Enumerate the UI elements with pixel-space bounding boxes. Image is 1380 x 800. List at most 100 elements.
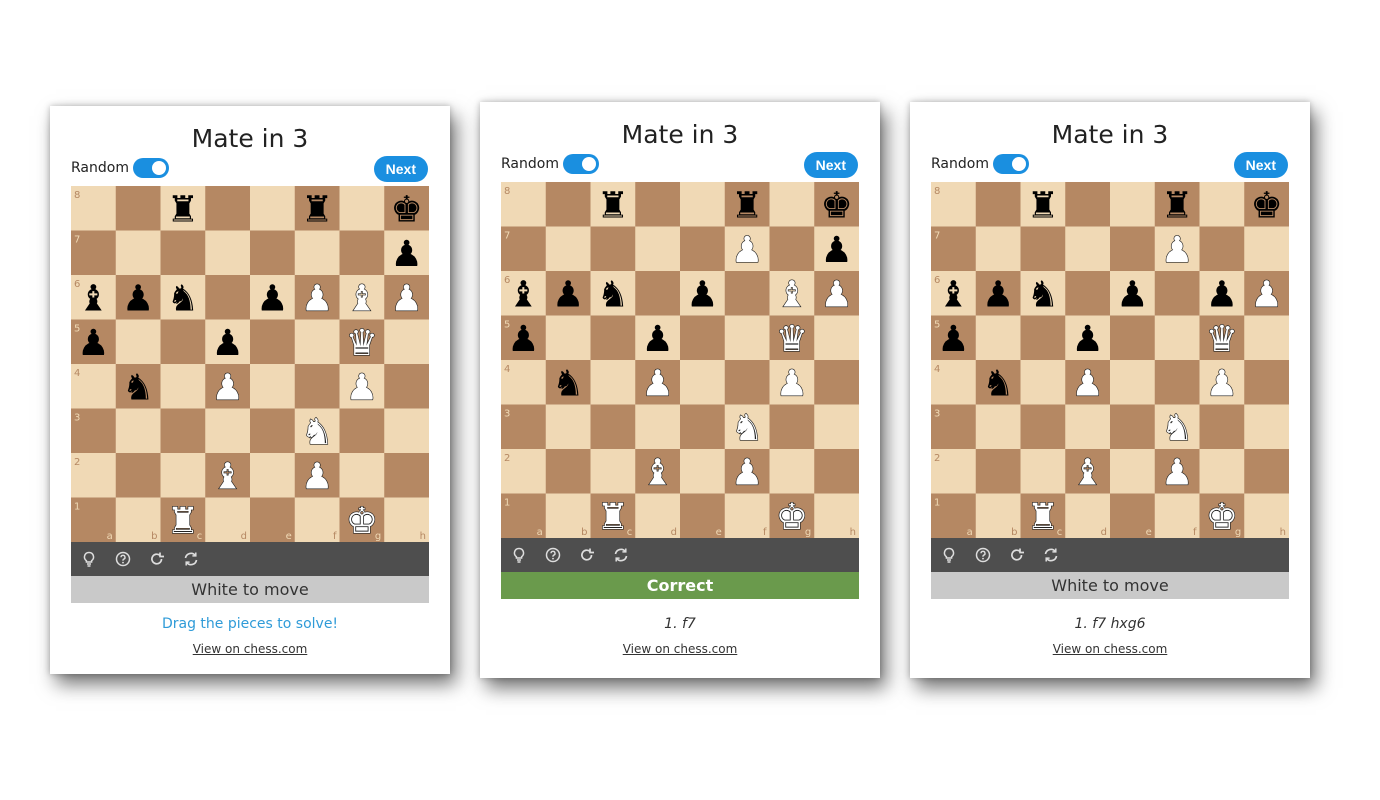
square-d6[interactable] — [1065, 271, 1111, 316]
square-b8[interactable] — [115, 186, 161, 231]
refresh-icon[interactable] — [613, 547, 629, 563]
black-bishop-piece[interactable]: ♝ — [77, 278, 109, 319]
square-g3[interactable] — [339, 408, 385, 454]
square-b5[interactable] — [975, 315, 1021, 361]
square-b2[interactable] — [115, 453, 161, 498]
white-bishop-piece[interactable]: ♝ — [1071, 452, 1105, 494]
square-e5[interactable] — [1110, 315, 1156, 361]
white-knight-piece[interactable]: ♞ — [730, 407, 764, 449]
black-pawn-piece[interactable]: ♟ — [256, 278, 288, 319]
square-h2[interactable] — [1244, 449, 1289, 494]
square-f5[interactable] — [294, 319, 340, 365]
square-c7[interactable] — [1020, 226, 1066, 272]
square-e5[interactable] — [250, 319, 296, 365]
black-rook-piece[interactable]: ♜ — [731, 185, 763, 226]
square-b7[interactable] — [115, 230, 161, 276]
square-f5[interactable] — [724, 315, 770, 361]
white-pawn-piece[interactable]: ♟ — [1160, 229, 1194, 271]
square-b8[interactable] — [975, 182, 1021, 227]
white-pawn-piece[interactable]: ♟ — [1071, 363, 1105, 405]
next-button[interactable]: Next — [803, 152, 858, 178]
black-rook-piece[interactable]: ♜ — [1161, 185, 1193, 226]
square-e3[interactable] — [1110, 404, 1156, 450]
square-g2[interactable] — [1199, 449, 1245, 494]
white-knight-piece[interactable]: ♞ — [300, 411, 334, 453]
square-d6[interactable] — [635, 271, 681, 316]
square-g2[interactable] — [339, 453, 385, 498]
square-d8[interactable] — [1065, 182, 1111, 227]
black-pawn-piece[interactable]: ♟ — [1206, 274, 1238, 315]
square-c7[interactable] — [590, 226, 636, 272]
square-h3[interactable] — [384, 408, 429, 454]
white-pawn-piece[interactable]: ♟ — [820, 274, 854, 316]
square-c2[interactable] — [1020, 449, 1066, 494]
chess-board[interactable]: 87654321a b c d e f g h♜ ♜ ♚♟♝ ♟ ♞ ♟ ♟ ♝ ♟♟ ♟ ♛♞ ♟ ♟♞♝ ♟♜ ♚ — [71, 186, 429, 542]
square-c4[interactable] — [590, 360, 636, 405]
square-g8[interactable] — [1199, 182, 1245, 227]
lightbulb-icon[interactable] — [511, 547, 527, 563]
white-king-piece[interactable]: ♚ — [345, 500, 379, 542]
square-b2[interactable] — [975, 449, 1021, 494]
refresh-icon[interactable] — [1043, 547, 1059, 563]
square-e5[interactable] — [680, 315, 726, 361]
square-e2[interactable] — [680, 449, 726, 494]
square-h2[interactable] — [814, 449, 859, 494]
square-h5[interactable] — [384, 319, 429, 365]
white-pawn-piece[interactable]: ♟ — [300, 456, 334, 498]
square-c7[interactable] — [160, 230, 206, 276]
refresh-icon[interactable] — [183, 551, 199, 567]
random-control[interactable]: Random — [931, 154, 1029, 174]
black-king-piece[interactable]: ♚ — [1250, 185, 1282, 226]
square-b3[interactable] — [115, 408, 161, 454]
square-e7[interactable] — [250, 230, 296, 276]
square-h3[interactable] — [1244, 404, 1289, 450]
square-c5[interactable] — [590, 315, 636, 361]
help-icon[interactable] — [115, 551, 131, 567]
square-b7[interactable] — [975, 226, 1021, 272]
square-c3[interactable] — [1020, 404, 1066, 450]
square-h7[interactable] — [1244, 226, 1289, 272]
next-button[interactable]: Next — [1233, 152, 1288, 178]
black-knight-piece[interactable]: ♞ — [1027, 274, 1059, 315]
white-rook-piece[interactable]: ♜ — [596, 496, 630, 538]
redo-icon[interactable] — [579, 547, 595, 563]
white-pawn-piece[interactable]: ♟ — [775, 363, 809, 405]
square-b5[interactable] — [115, 319, 161, 365]
square-g3[interactable] — [1199, 404, 1245, 450]
square-c3[interactable] — [590, 404, 636, 450]
square-e8[interactable] — [680, 182, 726, 227]
black-pawn-piece[interactable]: ♟ — [820, 230, 852, 271]
square-d7[interactable] — [1065, 226, 1111, 272]
black-pawn-piece[interactable]: ♟ — [937, 319, 969, 360]
chess-board[interactable]: 87654321a b c d e f g h♜ ♜ ♚♟♝ ♟ ♞ ♟ ♟ ♟♟ ♟ ♛♞ ♟ ♟♞♝ ♟♜ ♚ — [931, 182, 1289, 538]
black-knight-piece[interactable]: ♞ — [167, 278, 199, 319]
black-pawn-piece[interactable]: ♟ — [507, 319, 539, 360]
square-c5[interactable] — [1020, 315, 1066, 361]
square-f4[interactable] — [294, 364, 340, 409]
square-h5[interactable] — [814, 315, 859, 361]
square-g7[interactable] — [339, 230, 385, 276]
white-pawn-piece[interactable]: ♟ — [641, 363, 675, 405]
black-rook-piece[interactable]: ♜ — [1027, 185, 1059, 226]
white-pawn-piece[interactable]: ♟ — [1250, 274, 1284, 316]
random-toggle[interactable] — [562, 154, 599, 174]
square-f4[interactable] — [724, 360, 770, 405]
white-knight-piece[interactable]: ♞ — [1160, 407, 1194, 449]
black-knight-piece[interactable]: ♞ — [122, 367, 154, 408]
view-on-chess-link[interactable]: View on chess.com — [910, 642, 1310, 656]
square-e4[interactable] — [680, 360, 726, 405]
square-e2[interactable] — [1110, 449, 1156, 494]
square-e3[interactable] — [250, 408, 296, 454]
random-control[interactable]: Random — [71, 158, 169, 178]
white-king-piece[interactable]: ♚ — [1205, 496, 1239, 538]
black-pawn-piece[interactable]: ♟ — [1116, 274, 1148, 315]
white-pawn-piece[interactable]: ♟ — [1205, 363, 1239, 405]
help-icon[interactable] — [975, 547, 991, 563]
black-pawn-piece[interactable]: ♟ — [390, 234, 422, 275]
square-e8[interactable] — [1110, 182, 1156, 227]
square-g8[interactable] — [769, 182, 815, 227]
black-bishop-piece[interactable]: ♝ — [507, 274, 539, 315]
square-g7[interactable] — [1199, 226, 1245, 272]
black-rook-piece[interactable]: ♜ — [301, 189, 333, 230]
square-c4[interactable] — [160, 364, 206, 409]
